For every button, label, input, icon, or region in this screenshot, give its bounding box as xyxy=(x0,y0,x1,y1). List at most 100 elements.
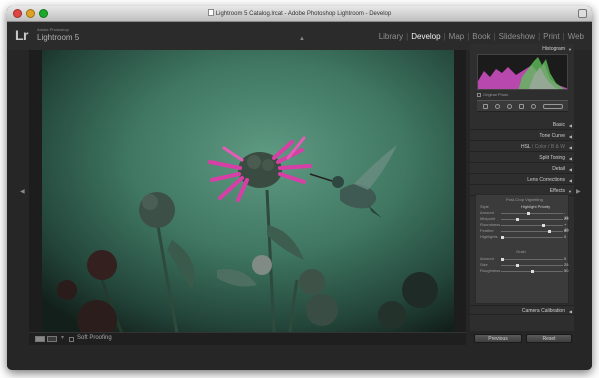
right-panel: Histogram ▼ Original Photo Basic ◀ Tone … xyxy=(470,44,574,331)
expand-triangle-icon[interactable]: ◀ xyxy=(569,123,572,128)
histogram-graph xyxy=(478,57,567,89)
section-basic-title: Basic xyxy=(552,122,565,128)
slider-value[interactable]: 25 xyxy=(564,262,568,267)
style-select[interactable]: Highlight Priority xyxy=(521,204,550,209)
develop-tool-strip xyxy=(477,100,568,112)
red-eye-tool-icon[interactable] xyxy=(507,104,512,109)
expand-left-panel-icon[interactable]: ◀ xyxy=(20,188,25,195)
slider-thumb[interactable] xyxy=(530,270,534,273)
section-camera-calibration-title: Camera Calibration xyxy=(521,308,565,314)
module-slideshow[interactable]: Slideshow xyxy=(499,32,535,41)
slider-thumb[interactable] xyxy=(542,224,546,227)
expand-triangle-icon[interactable]: ◀ xyxy=(569,167,572,172)
slider-label: Feather xyxy=(480,228,494,233)
slider-value[interactable]: 0 xyxy=(564,234,566,239)
grain-amount-slider[interactable] xyxy=(501,258,563,261)
slider-value[interactable]: 0 xyxy=(564,256,566,261)
expand-triangle-icon[interactable]: ◀ xyxy=(569,309,572,314)
grain-roughness-slider[interactable] xyxy=(501,270,563,273)
slider-label: Amount xyxy=(480,256,494,261)
slider-value[interactable]: 50 xyxy=(564,268,568,273)
style-label: Style xyxy=(480,204,489,209)
collapse-top-panel-icon[interactable]: ▲ xyxy=(299,36,305,42)
module-separator: | xyxy=(493,32,496,41)
section-hsl[interactable]: HSL / Color / B & W ◀ xyxy=(470,142,574,152)
loupe-viewer[interactable] xyxy=(29,50,466,333)
loupe-view-button[interactable] xyxy=(35,336,45,342)
section-tone-curve-title: Tone Curve xyxy=(539,133,565,139)
section-lens-corrections[interactable]: Lens Corrections ◀ xyxy=(470,175,574,185)
module-map[interactable]: Map xyxy=(449,32,465,41)
original-photo-label: Original Photo xyxy=(483,92,509,97)
feather-slider[interactable] xyxy=(501,230,563,233)
collapse-right-panel-icon[interactable]: ▶ xyxy=(576,188,581,195)
module-separator: | xyxy=(406,32,409,41)
lightroom-window: Lightroom 5 Catalog.lrcat - Adobe Photos… xyxy=(7,6,592,370)
slider-value[interactable]: 25 xyxy=(564,216,568,221)
crop-tool-icon[interactable] xyxy=(483,104,488,109)
slider-thumb[interactable] xyxy=(526,212,530,215)
develop-toolbar: ▾ Soft Proofing xyxy=(29,332,466,345)
slider-label: Size xyxy=(480,262,488,267)
histogram-title: Histogram xyxy=(542,46,565,52)
slider-thumb[interactable] xyxy=(515,218,519,221)
highlights-slider[interactable] xyxy=(501,236,563,239)
reset-button[interactable]: Reset xyxy=(526,334,572,343)
histogram-header[interactable]: Histogram ▼ xyxy=(470,44,574,53)
module-separator: | xyxy=(538,32,541,41)
module-separator: | xyxy=(562,32,565,41)
expand-triangle-icon[interactable]: ◀ xyxy=(569,156,572,161)
tab-bw[interactable]: B & W xyxy=(551,144,565,150)
roundness-slider[interactable] xyxy=(501,224,563,227)
effects-panel-body: Post-Crop Vignetting Style Highlight Pri… xyxy=(475,194,569,304)
fullscreen-icon[interactable] xyxy=(578,9,587,18)
section-detail[interactable]: Detail ◀ xyxy=(470,164,574,174)
hsl-tabs: HSL / Color / B & W xyxy=(520,144,565,150)
expand-triangle-icon[interactable]: ◀ xyxy=(569,178,572,183)
expand-triangle-icon[interactable]: ◀ xyxy=(569,145,572,150)
module-book[interactable]: Book xyxy=(472,32,490,41)
slider-label: Midpoint xyxy=(480,216,496,221)
tab-color[interactable]: Color xyxy=(535,144,547,150)
slider-thumb[interactable] xyxy=(501,258,504,261)
section-tone-curve[interactable]: Tone Curve ◀ xyxy=(470,131,574,141)
module-web[interactable]: Web xyxy=(568,32,584,41)
section-detail-title: Detail xyxy=(552,166,565,172)
soft-proofing-checkbox[interactable] xyxy=(69,337,74,342)
original-photo-checkbox[interactable] xyxy=(477,93,481,97)
toolbar-options-arrow-icon[interactable]: ▾ xyxy=(61,334,64,341)
identity-subtitle: Adobe Photoshop xyxy=(37,27,69,32)
slider-thumb[interactable] xyxy=(548,230,552,233)
grain-size-slider[interactable] xyxy=(501,264,563,267)
slider-thumb[interactable] xyxy=(501,236,504,239)
section-camera-calibration[interactable]: Camera Calibration ◀ xyxy=(470,305,574,315)
photo-preview[interactable] xyxy=(42,50,454,333)
module-develop[interactable]: Develop xyxy=(411,32,440,41)
graduated-filter-icon[interactable] xyxy=(519,104,524,109)
identity-product: Lightroom 5 xyxy=(37,33,80,42)
expand-triangle-icon[interactable]: ◀ xyxy=(569,134,572,139)
section-basic[interactable]: Basic ◀ xyxy=(470,120,574,130)
radial-filter-icon[interactable] xyxy=(531,104,536,109)
module-picker: Library | Develop | Map | Book | Slideshow | Print… xyxy=(379,32,584,41)
previous-button[interactable]: Previous xyxy=(474,334,522,343)
slider-label: Roundness xyxy=(480,222,501,227)
amount-slider[interactable] xyxy=(501,212,563,215)
module-print[interactable]: Print xyxy=(543,32,559,41)
spot-removal-tool-icon[interactable] xyxy=(495,104,500,109)
slider-value[interactable]: 80 xyxy=(564,228,568,233)
slider-label: Amount xyxy=(480,210,494,215)
midpoint-slider[interactable] xyxy=(501,218,563,221)
vignette-heading: Post-Crop Vignetting xyxy=(506,197,543,202)
adjustment-brush-icon[interactable] xyxy=(543,104,563,109)
original-photo-toggle[interactable]: Original Photo xyxy=(477,92,508,97)
slider-thumb[interactable] xyxy=(515,264,519,267)
module-library[interactable]: Library xyxy=(379,32,403,41)
title-bar: Lightroom 5 Catalog.lrcat - Adobe Photos… xyxy=(7,6,592,22)
section-split-toning[interactable]: Split Toning ◀ xyxy=(470,153,574,163)
tab-hsl[interactable]: HSL xyxy=(521,144,531,150)
histogram[interactable] xyxy=(477,54,568,90)
collapse-triangle-icon[interactable]: ▼ xyxy=(568,47,572,52)
before-after-view-button[interactable] xyxy=(47,336,57,342)
slider-label: Highlights xyxy=(480,234,498,239)
